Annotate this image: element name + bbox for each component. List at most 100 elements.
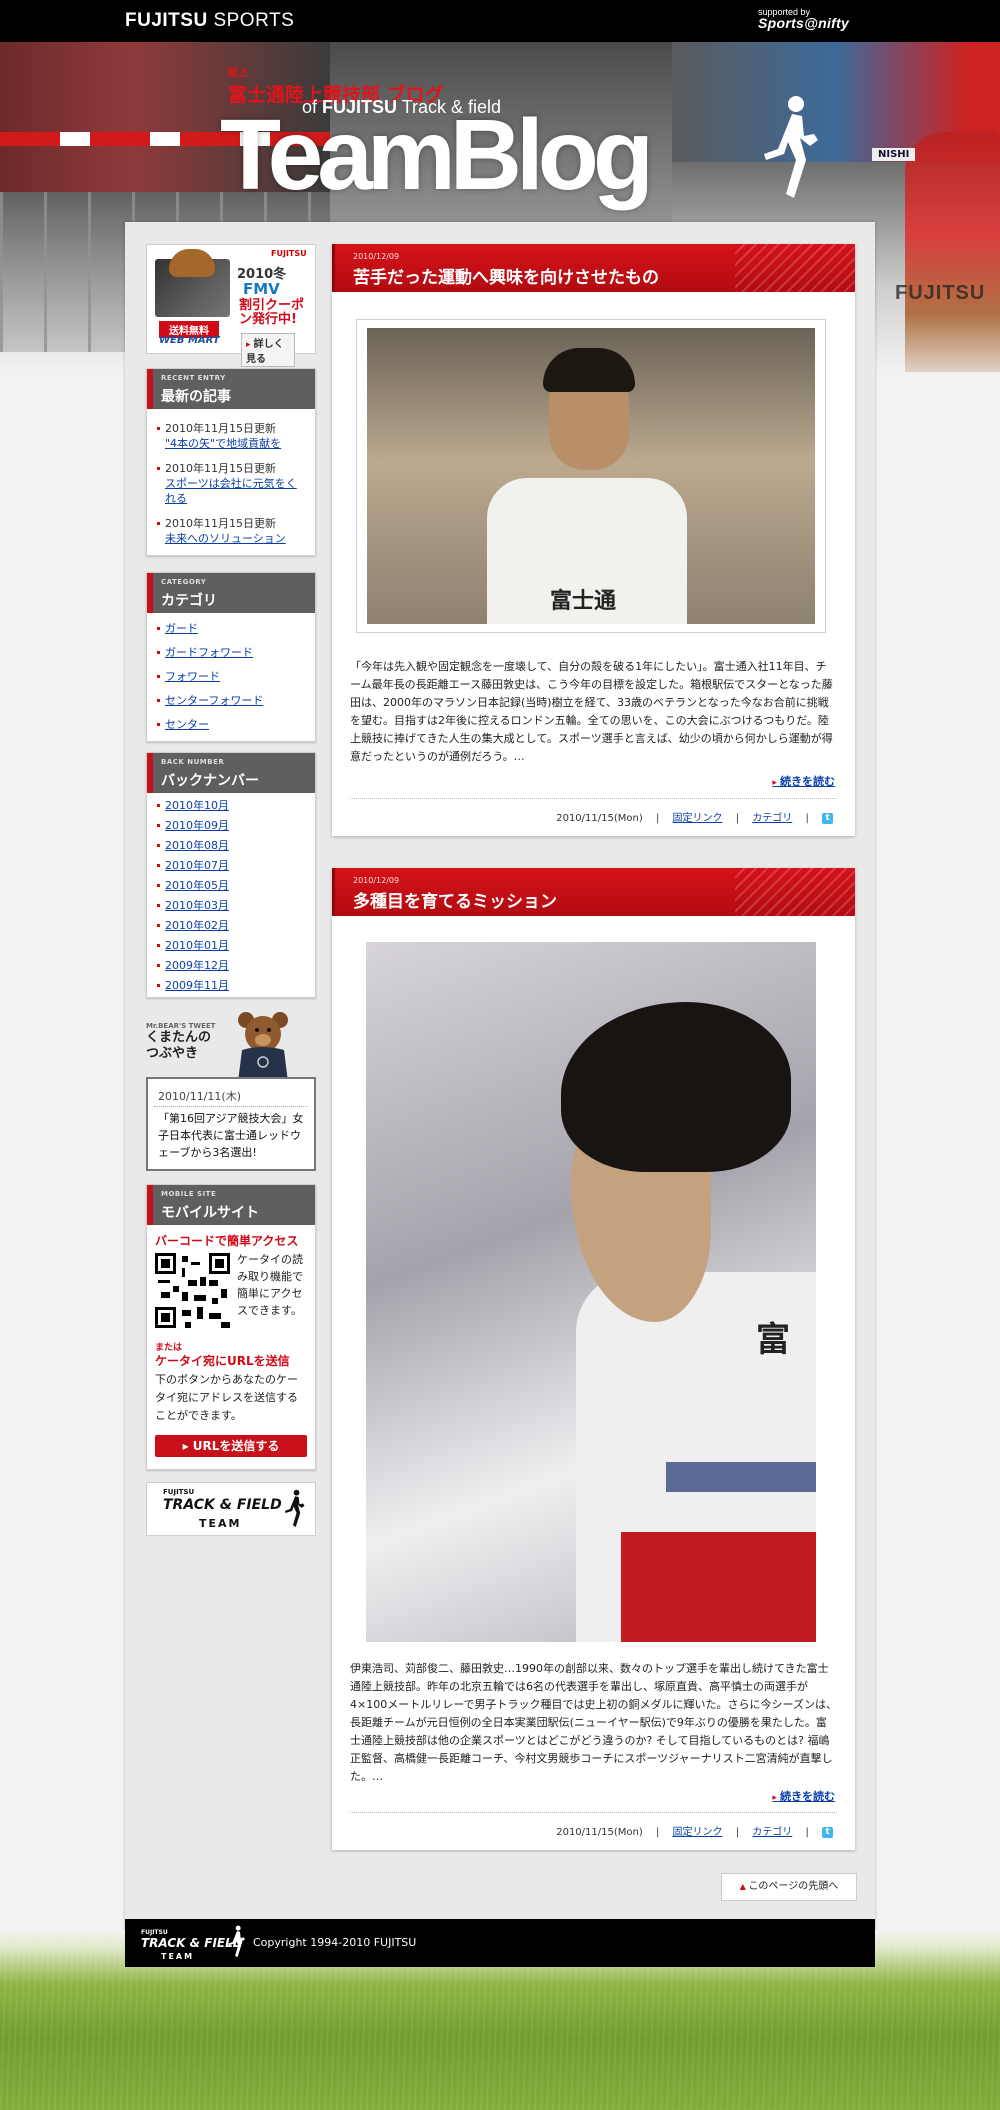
teddy-bear-icon [238, 1012, 288, 1082]
post-body: 「今年は先入観や固定観念を一度壊して、自分の殻を破る1年にしたい」。富士通入社1… [350, 660, 833, 763]
post-title-text: 苦手だった運動へ興味を向けさせたもの [353, 268, 659, 288]
category-link[interactable]: カテゴリ [752, 1827, 792, 1838]
entry-date: 2010年11月15日更新 [165, 422, 276, 435]
bear-tweet-box: 2010/11/11(木) 「第16回アジア競技大会」女子日本代表に富士通レッド… [146, 1077, 316, 1171]
archive-link[interactable]: 2010年03月 [165, 899, 229, 912]
list-item: 2010年11月15日更新 未来へのソリューション [157, 516, 307, 546]
read-more-link[interactable]: 続きを読む [772, 1788, 835, 1804]
category-list: ガード ガードフォワード フォワード センターフォワード センター [147, 613, 315, 747]
post-meta: 2010/11/15(Mon) | 固定リンク | カテゴリ | t [350, 798, 837, 829]
recent-list: 2010年11月15日更新 "4本の矢"で地域貢献を 2010年11月15日更新ス… [147, 409, 315, 562]
send-url-button[interactable]: ▸ URLを送信する [155, 1435, 307, 1457]
tweet-text: 「第16回アジア競技大会」女子日本代表に富士通レッドウェーブから3名選出! [158, 1112, 304, 1159]
recent-entries-panel: RECENT ENTRY 最新の記事 2010年11月15日更新 "4本の矢"で地域… [146, 368, 316, 556]
post-meta-date: 2010/11/15(Mon) [556, 813, 643, 824]
fmv-ad-banner[interactable]: FUJITSU 2010冬 FMV 割引クーポン発行中! 送料無料 WEB MA… [146, 244, 316, 367]
list-item: 2010年11月15日更新 スポーツは会社に元気をくれる [157, 461, 307, 506]
category-link[interactable]: センター [165, 718, 209, 731]
archive-link[interactable]: 2009年12月 [165, 959, 229, 972]
page-top-button[interactable]: このページの先頭へ [721, 1873, 857, 1901]
sponsor-logo[interactable]: supported by Sports@nifty [758, 7, 849, 30]
fujitsu-sports-logo[interactable]: FUJITSU SPORTS [125, 10, 294, 32]
backnumber-list: 2010年10月 2010年09月 2010年08月 2010年07月 2010… [147, 793, 315, 1004]
brand-rest: SPORTS [207, 10, 295, 31]
post-photo-frame: 富士通 [356, 319, 826, 633]
list-item: センターフォワード [157, 693, 307, 708]
runner-silhouette-icon [228, 1925, 245, 1958]
photo-shirt-logo: 富 [756, 1320, 790, 1360]
read-more-link[interactable]: 続きを読む [772, 773, 835, 789]
permalink-link[interactable]: 固定リンク [673, 813, 723, 824]
category-link[interactable]: ガード [165, 622, 198, 635]
meta-separator: | [735, 1827, 740, 1838]
ad-more-button[interactable]: 詳しく見る [241, 333, 295, 367]
stadium-board: FUJITSU [895, 282, 986, 304]
list-item: 2010年01月 [157, 938, 307, 953]
list-item: 2010年08月 [157, 838, 307, 853]
archive-link[interactable]: 2010年09月 [165, 819, 229, 832]
runner-photo [905, 132, 1000, 372]
archive-link[interactable]: 2010年07月 [165, 859, 229, 872]
blog-post: 2010/12/09 苦手だった運動へ興味を向けさせたもの 富士通 「今年は先入… [332, 244, 855, 836]
list-item: ガードフォワード [157, 645, 307, 660]
category-header: CATEGORY カテゴリ [147, 573, 315, 613]
runner-silhouette-icon [764, 96, 818, 198]
post-meta-inner: 2010/11/15(Mon) | 固定リンク | カテゴリ | t [556, 1823, 833, 1838]
archive-link[interactable]: 2010年01月 [165, 939, 229, 952]
entry-link[interactable]: スポーツは会社に元気をくれる [165, 477, 297, 505]
entry-link[interactable]: "4本の矢"で地域貢献を [165, 437, 281, 450]
barcode-description: ケータイの読み取り機能で簡単にアクセスできます。 [237, 1253, 303, 1317]
photo-hair [561, 1002, 791, 1172]
subtitle-small: 陸上 [228, 68, 248, 79]
list-item: センター [157, 717, 307, 732]
runner-portrait-photo: 富士通 [367, 328, 815, 624]
section-title: バックナンバー [161, 773, 259, 789]
entry-link[interactable]: 未来へのソリューション [165, 532, 286, 545]
mobile-site-panel: MOBILE SITE モバイルサイト バーコードで簡単アクセス ケータイの読み取… [146, 1184, 316, 1470]
category-link[interactable]: カテゴリ [752, 813, 792, 824]
category-link[interactable]: フォワード [165, 670, 220, 683]
list-item: 2010年07月 [157, 858, 307, 873]
archive-link[interactable]: 2010年05月 [165, 879, 229, 892]
stadium-banner: NISHI [872, 148, 916, 161]
tweet-date: 2010/11/11(木) [158, 1090, 241, 1103]
photo-shirt-logo: 富士通 [550, 589, 617, 614]
section-title: 最新の記事 [161, 389, 231, 405]
list-item: 2010年10月 [157, 798, 307, 813]
archive-link[interactable]: 2009年11月 [165, 979, 229, 992]
permalink-link[interactable]: 固定リンク [673, 1827, 723, 1838]
ad-coupon: 割引クーポン発行中! [239, 298, 305, 327]
footer: FUJITSU TRACK & FIELD TEAM Copyright 199… [125, 1919, 875, 1967]
post-title[interactable]: 多種目を育てるミッション [353, 887, 557, 912]
page-top-label: このページの先頭へ [748, 1881, 839, 1892]
post-date: 2010/12/09 [353, 252, 400, 261]
twitter-icon[interactable]: t [822, 812, 833, 824]
post-title[interactable]: 苦手だった運動へ興味を向けさせたもの [353, 263, 659, 288]
runner-silhouette-icon [284, 1489, 305, 1527]
post-title-text: 多種目を育てるミッション [353, 892, 557, 912]
post-meta-inner: 2010/11/15(Mon) | 固定リンク | カテゴリ | t [556, 809, 833, 824]
category-link[interactable]: センターフォワード [165, 694, 263, 707]
section-en-label: CATEGORY [161, 578, 207, 586]
list-item: 2010年03月 [157, 898, 307, 913]
post-body: 伊東浩司、苅部俊二、藤田敦史…1990年の創部以来、数々のトップ選手を輩出し続け… [350, 1662, 837, 1783]
post-meta-date: 2010/11/15(Mon) [556, 1827, 643, 1838]
category-panel: CATEGORY カテゴリ ガード ガードフォワード フォワード センターフォワー… [146, 572, 316, 742]
track-field-team-logo[interactable]: FUJITSU TRACK & FIELD TEAM [146, 1482, 316, 1536]
category-link[interactable]: ガードフォワード [165, 646, 253, 659]
barcode-heading: バーコードで簡単アクセス [155, 1234, 299, 1248]
section-title: カテゴリ [161, 593, 217, 609]
list-item: 2010年11月15日更新 "4本の矢"で地域貢献を [157, 421, 307, 451]
meta-separator: | [805, 813, 809, 824]
list-item: フォワード [157, 669, 307, 684]
mobile-site-header: MOBILE SITE モバイルサイト [147, 1185, 315, 1225]
recent-entries-header: RECENT ENTRY 最新の記事 [147, 369, 315, 409]
section-en-label: BACK NUMBER [161, 758, 225, 766]
title-decoration [735, 244, 855, 292]
archive-link[interactable]: 2010年08月 [165, 839, 229, 852]
twitter-icon[interactable]: t [822, 1826, 833, 1838]
post-meta: 2010/11/15(Mon) | 固定リンク | カテゴリ | t [350, 1812, 837, 1843]
ad-brand: FUJITSU [271, 249, 307, 258]
archive-link[interactable]: 2010年10月 [165, 799, 229, 812]
archive-link[interactable]: 2010年02月 [165, 919, 229, 932]
